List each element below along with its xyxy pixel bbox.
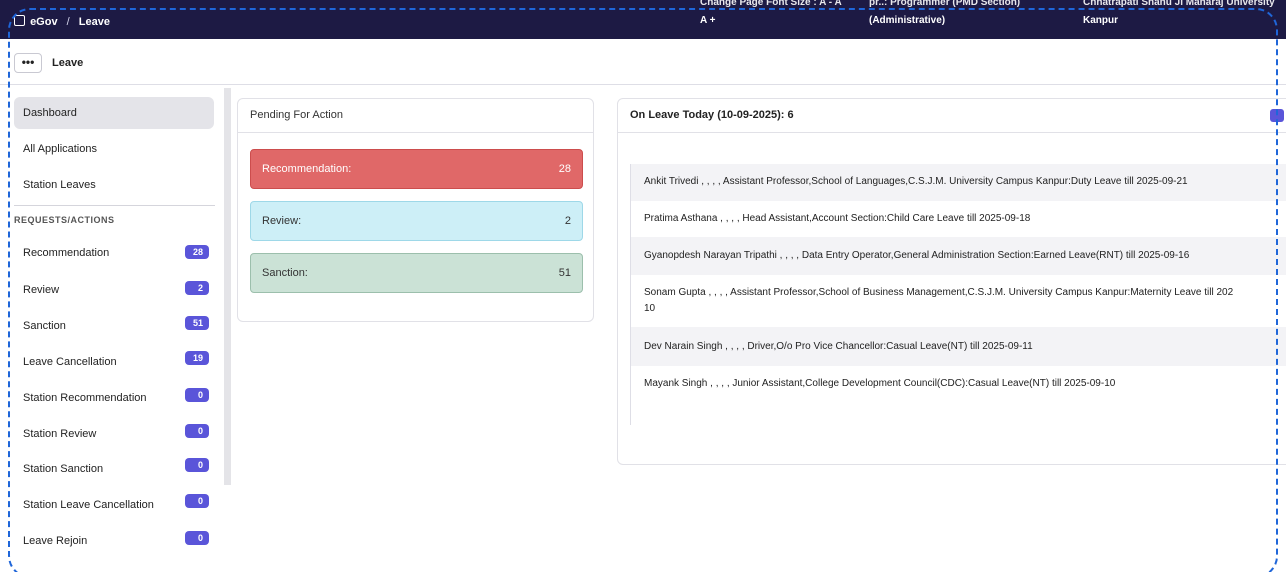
count-badge: 51	[185, 316, 209, 330]
pending-sanction-button[interactable]: Sanction: 51	[250, 253, 583, 293]
sidebar-item-review[interactable]: Review	[14, 274, 214, 306]
list-item: Gyanopdesh Narayan Tripathi , , , , Data…	[631, 237, 1286, 275]
pending-recommendation-count: 28	[558, 163, 571, 175]
font-size-increase-button[interactable]: A +	[700, 15, 715, 26]
sidebar-item-dashboard[interactable]: Dashboard	[14, 97, 214, 129]
pending-review-button[interactable]: Review: 2	[250, 201, 583, 241]
list-item-text: Dev Narain Singh , , , , Driver,O/o Pro …	[644, 341, 1033, 352]
breadcrumb: eGov / Leave	[14, 15, 110, 28]
organization: Chhatrapati Shahu Ji Maharaj University …	[1083, 0, 1275, 30]
count-badge: 28	[185, 245, 209, 259]
user-role-line2: (Administrative)	[869, 15, 946, 26]
sidebar-item-leave-rejoin[interactable]: Leave Rejoin	[14, 525, 214, 557]
list-item: Ankit Trivedi , , , , Assistant Professo…	[631, 164, 1286, 201]
page-toolbar: ••• Leave	[0, 39, 1286, 85]
sidebar-item-leave-cancellation[interactable]: Leave Cancellation	[14, 346, 214, 378]
count-badge: 19	[185, 351, 209, 365]
count-badge: 0	[185, 424, 209, 438]
sidebar-section-title: REQUESTS/ACTIONS	[14, 215, 115, 225]
font-size-control: Change Page Font Size : A - A A +	[700, 0, 842, 30]
app-name-link[interactable]: eGov	[30, 16, 58, 28]
on-leave-card-title: On Leave Today (10-09-2025): 6	[618, 99, 1286, 133]
more-menu-button[interactable]: •••	[14, 53, 42, 73]
pending-for-action-card: Pending For Action Recommendation: 28 Re…	[237, 98, 594, 322]
pending-recommendation-label: Recommendation:	[262, 163, 352, 175]
pending-sanction-label: Sanction:	[262, 267, 308, 279]
sidebar-item-station-leave-cancellation[interactable]: Station Leave Cancellation	[14, 489, 214, 521]
pending-recommendation-button[interactable]: Recommendation: 28	[250, 149, 583, 189]
list-item-text-continued: 10	[644, 303, 656, 314]
sidebar-item-station-leaves[interactable]: Station Leaves	[14, 169, 214, 201]
sidebar-item-recommendation[interactable]: Recommendation	[14, 237, 214, 269]
on-leave-today-card: On Leave Today (10-09-2025): 6 Ankit Tri…	[617, 98, 1286, 465]
pending-review-count: 2	[564, 215, 571, 227]
app-icon	[14, 15, 25, 26]
organization-line2: Kanpur	[1083, 15, 1118, 26]
count-badge: 0	[185, 388, 209, 402]
list-item-text: Ankit Trivedi , , , , Assistant Professo…	[644, 176, 1188, 187]
list-item-text: Sonam Gupta , , , , Assistant Professor,…	[644, 287, 1234, 298]
pending-card-title: Pending For Action	[238, 99, 593, 133]
user-role-line1[interactable]: pr..: Programmer (PMD Section)	[869, 0, 1020, 12]
sidebar-item-sanction[interactable]: Sanction	[14, 310, 214, 342]
font-size-label[interactable]: Change Page Font Size : A - A	[700, 0, 842, 12]
list-item-text: Mayank Singh , , , , Junior Assistant,Co…	[644, 378, 1116, 389]
sidebar-item-station-review[interactable]: Station Review	[14, 418, 214, 450]
pending-sanction-count: 51	[558, 267, 571, 279]
sidebar-item-station-sanction[interactable]: Station Sanction	[14, 453, 214, 485]
app-frame: eGov / Leave Change Page Font Size : A -…	[0, 0, 1286, 572]
sidebar-divider	[14, 205, 215, 206]
list-item: Sonam Gupta , , , , Assistant Professor,…	[631, 275, 1286, 327]
sidebar-item-all-applications[interactable]: All Applications	[14, 133, 214, 165]
view-button[interactable]	[1270, 109, 1284, 122]
count-badge: 0	[185, 531, 209, 545]
on-leave-list: Ankit Trivedi , , , , Assistant Professo…	[630, 164, 1286, 425]
user-role: pr..: Programmer (PMD Section) (Administ…	[869, 0, 1020, 30]
module-name: Leave	[78, 16, 110, 28]
list-item: Pratima Asthana , , , , Head Assistant,A…	[631, 201, 1286, 237]
pending-review-label: Review:	[262, 215, 302, 227]
list-item: Mayank Singh , , , , Junior Assistant,Co…	[631, 366, 1286, 402]
breadcrumb-separator: /	[66, 16, 70, 28]
top-bar: eGov / Leave Change Page Font Size : A -…	[0, 0, 1286, 39]
list-item: Dev Narain Singh , , , , Driver,O/o Pro …	[631, 327, 1286, 366]
page-title: Leave	[52, 57, 84, 69]
sidebar: Dashboard All Applications Station Leave…	[10, 88, 222, 572]
count-badge: 2	[185, 281, 209, 295]
organization-line1[interactable]: Chhatrapati Shahu Ji Maharaj University	[1083, 0, 1275, 12]
list-item-text: Gyanopdesh Narayan Tripathi , , , , Data…	[644, 250, 1190, 261]
sidebar-scrollbar[interactable]	[224, 88, 231, 485]
count-badge: 0	[185, 458, 209, 472]
sidebar-item-station-recommendation[interactable]: Station Recommendation	[14, 382, 214, 414]
list-item-text: Pratima Asthana , , , , Head Assistant,A…	[644, 213, 1031, 224]
count-badge: 0	[185, 494, 209, 508]
